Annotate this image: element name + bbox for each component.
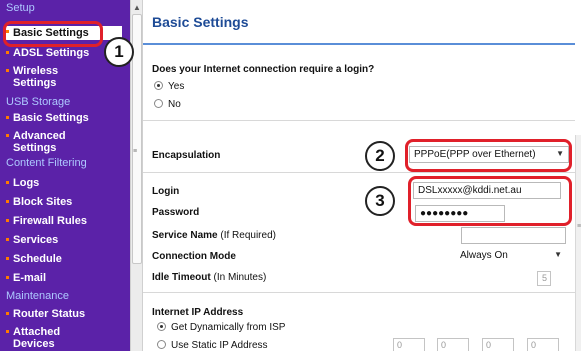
sidebar-item-logs[interactable]: Logs — [6, 177, 122, 189]
radio-static-ip[interactable]: Use Static IP Address — [157, 340, 268, 351]
connection-mode-label: Connection Mode — [152, 251, 236, 262]
bullet-icon — [6, 238, 9, 241]
connection-mode-select[interactable]: Always On ▼ — [456, 248, 566, 265]
sidebar-item-usb-basic-settings[interactable]: Basic Settings — [6, 112, 122, 124]
highlight-ring-basic-settings — [3, 21, 103, 47]
bullet-icon — [6, 257, 9, 260]
radio-dynamic-ip[interactable]: Get Dynamically from ISP — [157, 322, 285, 333]
bullet-icon — [6, 51, 9, 54]
sidebar-item-label: Wireless Settings — [13, 65, 59, 89]
bullet-icon — [6, 312, 9, 315]
idle-timeout-label: Idle Timeout (In Minutes) — [152, 272, 266, 283]
radio-unselected-icon[interactable] — [157, 340, 166, 349]
idle-timeout-text: Idle Timeout — [152, 272, 211, 283]
divider — [143, 292, 575, 293]
sidebar-item-label: E-mail — [13, 272, 47, 284]
radio-label: No — [168, 99, 181, 110]
radio-label: Use Static IP Address — [171, 340, 268, 351]
idle-timeout-input[interactable]: 5 — [537, 271, 551, 286]
callout-1: 1 — [104, 37, 134, 67]
radio-label: Yes — [168, 81, 185, 92]
sidebar-item-block-sites[interactable]: Block Sites — [6, 196, 122, 208]
service-name-text: Service Name — [152, 230, 218, 241]
divider — [143, 120, 575, 121]
service-name-label: Service Name (If Required) — [152, 230, 276, 241]
section-heading-setup: Setup — [6, 2, 35, 14]
radio-label: Get Dynamically from ISP — [171, 322, 286, 333]
content-scrollbar[interactable]: ≡ — [575, 135, 581, 351]
ip-octet-4[interactable]: 0 — [527, 338, 559, 351]
bullet-icon — [6, 276, 9, 279]
radio-no[interactable]: No — [154, 99, 181, 110]
bullet-icon — [6, 200, 9, 203]
callout-3: 3 — [365, 186, 395, 216]
highlight-ring-encapsulation — [405, 139, 572, 172]
radio-selected-icon[interactable] — [154, 81, 163, 90]
bullet-icon — [6, 116, 9, 119]
password-label: Password — [152, 207, 200, 218]
page-title: Basic Settings — [152, 14, 249, 30]
sidebar-item-services[interactable]: Services — [6, 234, 122, 246]
divider — [143, 172, 575, 173]
connection-mode-value: Always On — [460, 250, 508, 261]
callout-2: 2 — [365, 141, 395, 171]
ip-octet-3[interactable]: 0 — [482, 338, 514, 351]
section-heading-maintenance: Maintenance — [6, 290, 69, 302]
bullet-icon — [6, 330, 9, 333]
login-label: Login — [152, 186, 180, 197]
login-question: Does your Internet connection require a … — [152, 64, 375, 75]
sidebar-item-label: Logs — [13, 177, 40, 189]
section-heading-content-filtering: Content Filtering — [6, 157, 87, 169]
sidebar-item-label: Basic Settings — [13, 112, 89, 124]
service-name-input[interactable] — [461, 227, 566, 244]
sidebar-item-label: Attached Devices — [13, 326, 61, 350]
sidebar-item-wireless-settings[interactable]: Wireless Settings — [6, 65, 76, 89]
sidebar-item-attached-devices[interactable]: Attached Devices — [6, 326, 76, 350]
section-heading-usb-storage: USB Storage — [6, 96, 71, 108]
radio-unselected-icon[interactable] — [154, 99, 163, 108]
radio-yes[interactable]: Yes — [154, 81, 184, 92]
sidebar-item-advanced-settings[interactable]: Advanced Settings — [6, 130, 76, 154]
bullet-icon — [6, 181, 9, 184]
title-divider — [143, 43, 575, 45]
bullet-icon — [6, 69, 9, 72]
sidebar-item-label: Schedule — [13, 253, 62, 265]
idle-timeout-hint: (In Minutes) — [213, 272, 267, 283]
chevron-down-icon: ▼ — [554, 250, 562, 259]
radio-selected-icon[interactable] — [157, 322, 166, 331]
grip-icon: ≡ — [133, 148, 138, 155]
ip-octet-1[interactable]: 0 — [393, 338, 425, 351]
sidebar-item-label: Router Status — [13, 308, 86, 320]
scroll-up-icon[interactable]: ▲ — [133, 3, 141, 12]
sidebar-item-firewall-rules[interactable]: Firewall Rules — [6, 215, 122, 227]
sidebar-item-label: Block Sites — [13, 196, 73, 208]
sidebar-item-schedule[interactable]: Schedule — [6, 253, 122, 265]
sidebar-item-router-status[interactable]: Router Status — [6, 308, 122, 320]
sidebar-item-email[interactable]: E-mail — [6, 272, 122, 284]
sidebar-item-label: Advanced Settings — [13, 130, 66, 154]
bullet-icon — [6, 219, 9, 222]
encapsulation-label: Encapsulation — [152, 150, 221, 161]
bullet-icon — [6, 134, 9, 137]
grip-icon: ≡ — [577, 223, 581, 230]
ip-octet-2[interactable]: 0 — [437, 338, 469, 351]
highlight-ring-login-password — [408, 176, 572, 226]
sidebar-item-label: Services — [13, 234, 59, 246]
sidebar-item-label: ADSL Settings — [13, 47, 90, 59]
sidebar-item-label: Firewall Rules — [13, 215, 87, 227]
service-name-hint: (If Required) — [220, 230, 276, 241]
ip-section-heading: Internet IP Address — [152, 307, 244, 318]
